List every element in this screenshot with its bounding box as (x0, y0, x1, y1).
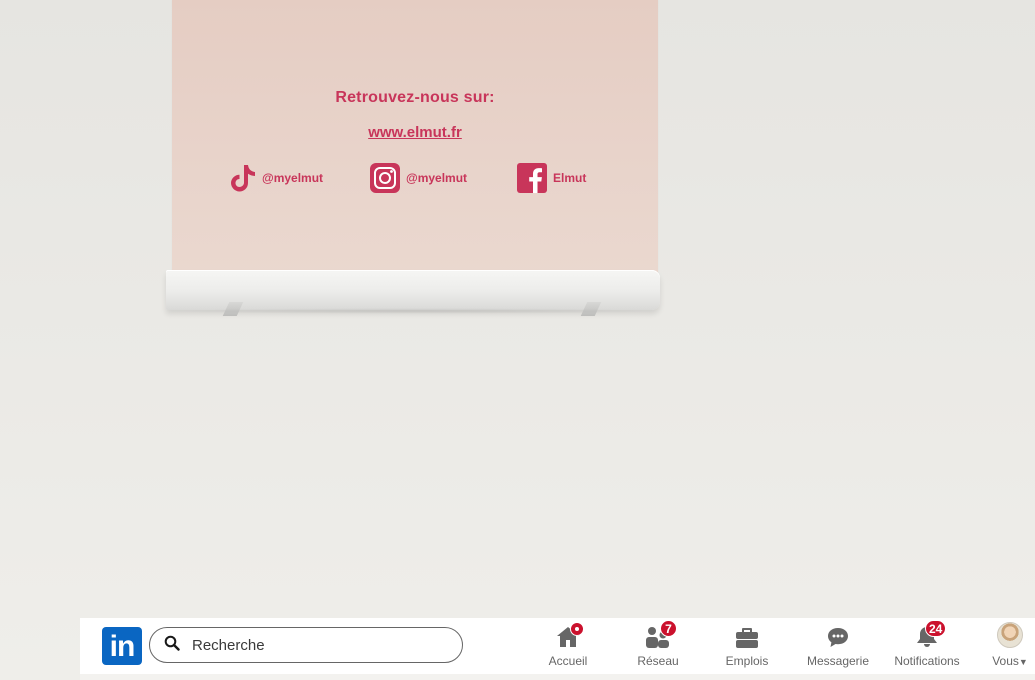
bell-icon-wrap: 24 (913, 620, 947, 648)
page-background-strip (80, 674, 1035, 680)
facebook-icon (517, 163, 547, 193)
instagram-handle: @myelmut (406, 171, 468, 185)
banner-social-instagram: @myelmut (370, 163, 467, 193)
banner-social-facebook: Elmut (517, 163, 586, 193)
notifications-badge: 24 (925, 620, 947, 637)
nav-network-label: Réseau (637, 654, 679, 668)
nav-me[interactable]: Vous▼ (986, 622, 1034, 672)
nav-me-label: Vous▼ (992, 654, 1028, 668)
avatar (997, 622, 1023, 648)
nav-jobs-label: Emplois (725, 654, 769, 668)
linkedin-navbar: in Accueil 7 Ré (80, 618, 1035, 675)
avatar-wrap (996, 622, 1024, 648)
nav-notifications[interactable]: 24 Notifications (886, 620, 968, 672)
banner-heading: Retrouvez-nous sur: (335, 89, 495, 106)
network-icon-wrap: 7 (644, 620, 677, 648)
nav-home[interactable]: Accueil (538, 622, 598, 672)
nav-jobs[interactable]: Emplois (717, 622, 777, 672)
nav-me-text: Vous (992, 654, 1019, 668)
search-box[interactable] (149, 627, 463, 663)
banner-social-tiktok: @myelmut (230, 163, 323, 193)
search-input[interactable] (190, 635, 462, 655)
search-icon (164, 635, 180, 656)
tiktok-icon (230, 163, 256, 193)
network-badge: 7 (660, 620, 677, 637)
messaging-icon-wrap (824, 622, 852, 648)
briefcase-icon-wrap (733, 622, 761, 648)
home-notification-dot (570, 622, 584, 636)
nav-messaging[interactable]: Messagerie (802, 622, 874, 672)
rollup-banner: Retrouvez-nous sur: www.elmut.fr @myelmu… (172, 0, 658, 276)
tiktok-handle: @myelmut (262, 171, 324, 185)
nav-messaging-label: Messagerie (806, 654, 870, 668)
home-icon-wrap (554, 622, 584, 648)
nav-notifications-label: Notifications (894, 654, 960, 668)
nav-network[interactable]: 7 Réseau (628, 620, 688, 672)
nav-home-label: Accueil (548, 654, 588, 668)
linkedin-logo[interactable]: in (102, 627, 142, 665)
briefcase-icon (736, 628, 758, 648)
banner-shadow (166, 308, 660, 314)
chevron-down-icon: ▼ (1018, 657, 1028, 667)
facebook-handle: Elmut (553, 171, 587, 185)
instagram-icon (370, 163, 400, 193)
banner-website-link: www.elmut.fr (368, 124, 462, 141)
messaging-icon (828, 628, 848, 647)
